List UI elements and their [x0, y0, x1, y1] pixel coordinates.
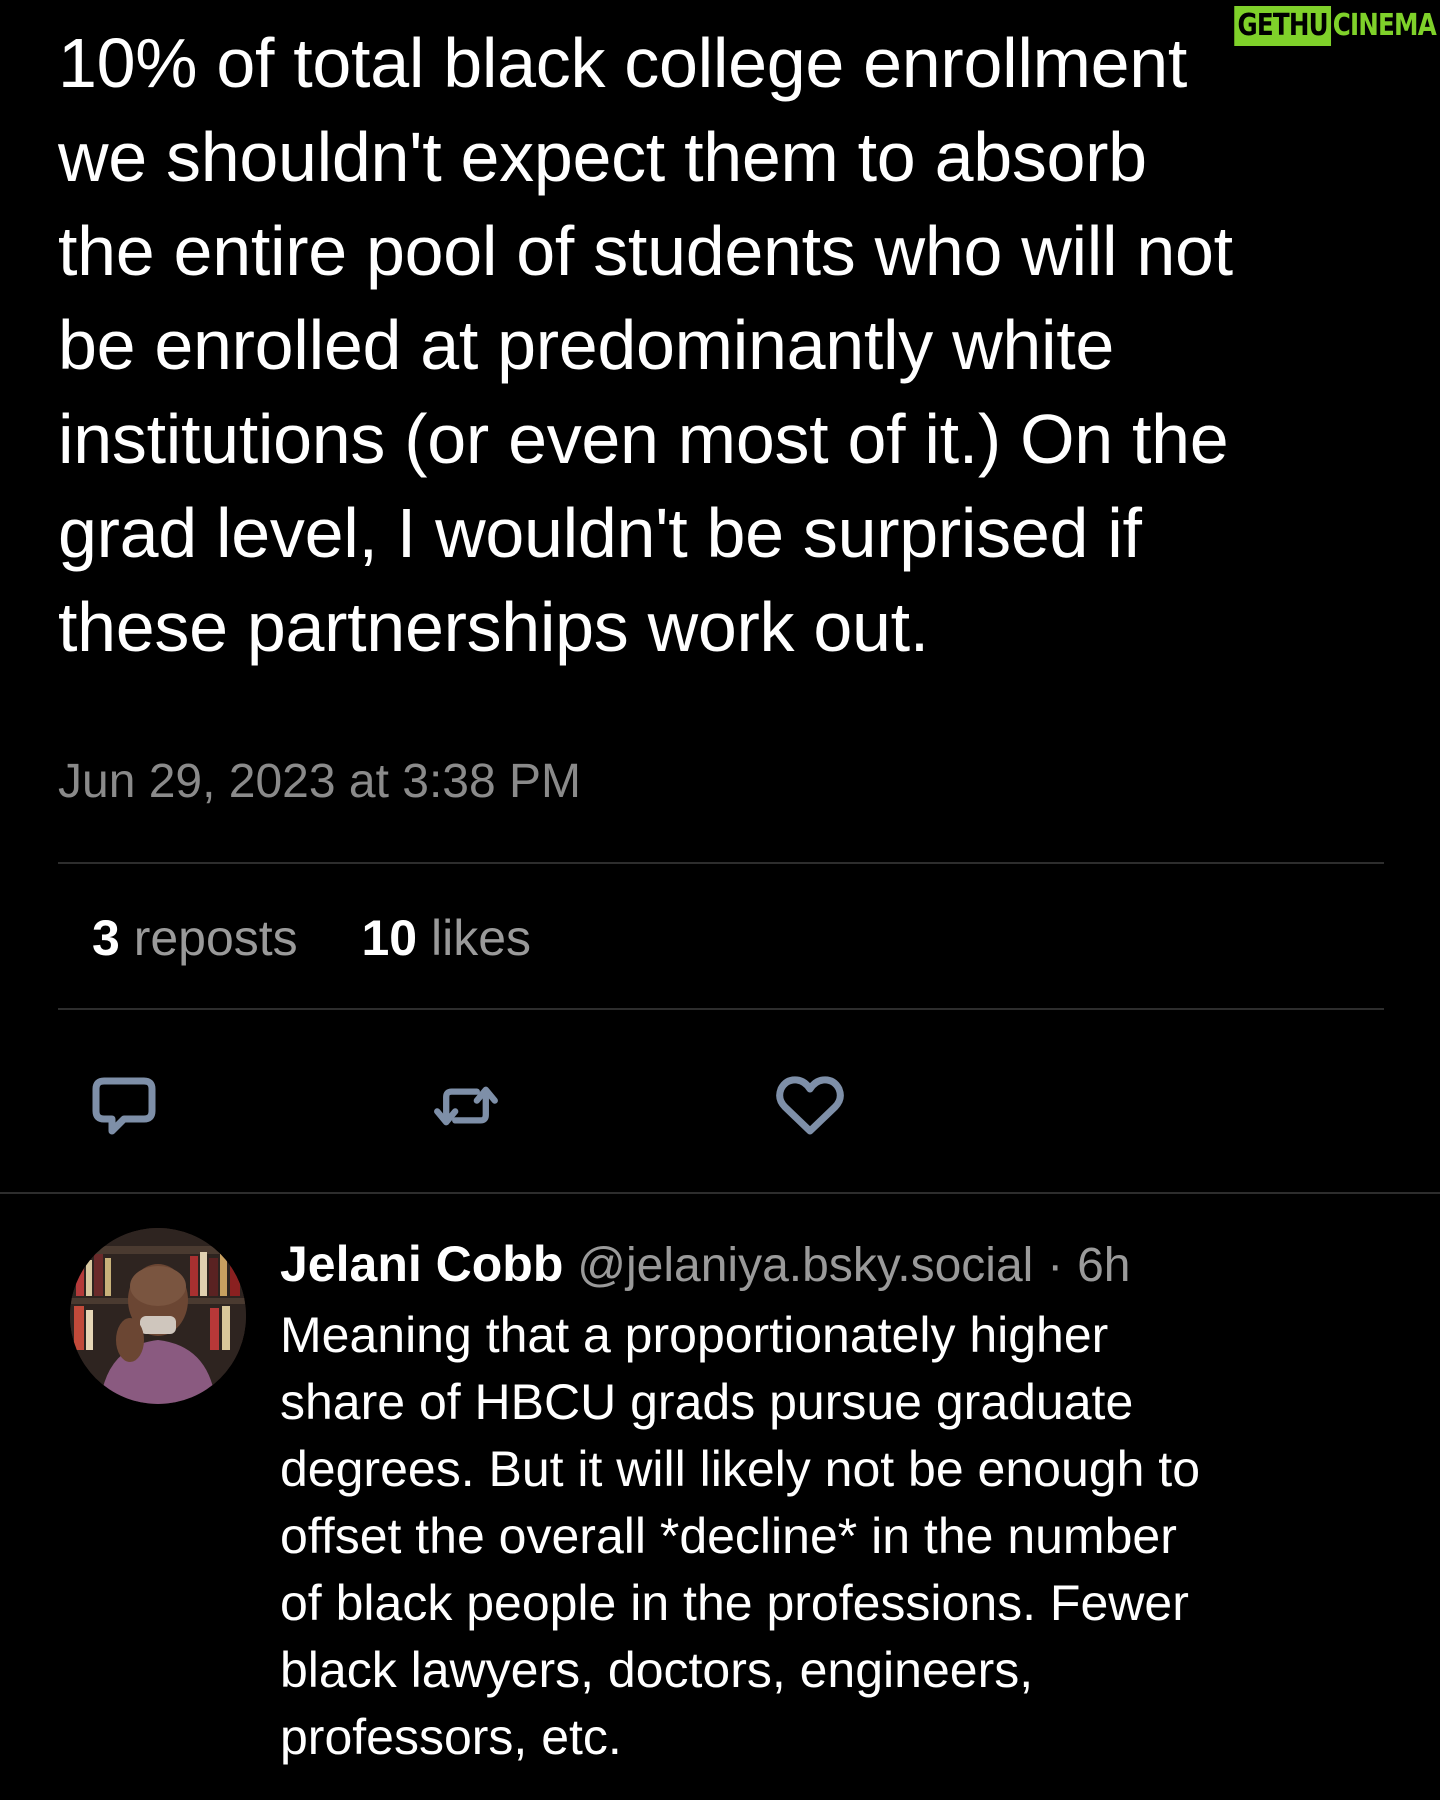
- reply-author-handle[interactable]: @jelaniya.bsky.social: [577, 1239, 1033, 1292]
- reply-bubble-icon: [92, 1077, 156, 1135]
- reply-text[interactable]: Meaning that a proportionately higher sh…: [280, 1302, 1400, 1771]
- post-text-line: institutions (or even most of it.) On th…: [58, 400, 1229, 478]
- repost-icon: [434, 1086, 498, 1126]
- reply-text-line: of black people in the professions. Fewe…: [280, 1575, 1189, 1631]
- reply-text-line: professors, etc.: [280, 1709, 622, 1765]
- post-text-line: the entire pool of students who will not: [58, 212, 1233, 290]
- post-text-line: we shouldn't expect them to absorb: [58, 118, 1147, 196]
- like-button[interactable]: [774, 1070, 846, 1142]
- avatar-photo: [70, 1228, 246, 1404]
- reply-header: Jelani Cobb @jelaniya.bsky.social · 6h: [280, 1232, 1131, 1298]
- reply-button[interactable]: [88, 1070, 160, 1142]
- reposts-label: reposts: [133, 910, 298, 966]
- post-text-line: these partnerships work out.: [58, 588, 929, 666]
- post-timestamp: Jun 29, 2023 at 3:38 PM: [58, 755, 582, 808]
- reply-text-line: Meaning that a proportionately higher: [280, 1307, 1109, 1363]
- reply-time: 6h: [1077, 1239, 1131, 1292]
- heart-icon: [776, 1076, 844, 1135]
- reposts-count: 3: [92, 910, 120, 966]
- post-text: 10% of total black college enrollment we…: [58, 16, 1398, 674]
- reply-text-line: black lawyers, doctors, engineers,: [280, 1642, 1034, 1698]
- reply-text-line: degrees. But it will likely not be enoug…: [280, 1441, 1200, 1497]
- post-stats: 3 reposts 10 likes: [92, 906, 531, 970]
- likes-label: likes: [431, 910, 532, 966]
- post-text-line: 10% of total black college enrollment: [58, 24, 1187, 102]
- repost-button[interactable]: [430, 1070, 502, 1142]
- reply-text-line: offset the overall *decline* in the numb…: [280, 1508, 1177, 1564]
- reply-text-line: share of HBCU grads pursue graduate: [280, 1374, 1134, 1430]
- reply-author-name[interactable]: Jelani Cobb: [280, 1236, 563, 1292]
- post-text-line: be enrolled at predominantly white: [58, 306, 1115, 384]
- post-text-line: grad level, I wouldn't be surprised if: [58, 494, 1142, 572]
- avatar[interactable]: [70, 1228, 246, 1404]
- divider: [58, 862, 1384, 864]
- likes-count: 10: [361, 910, 418, 966]
- thread-separator: [0, 1192, 1440, 1194]
- reply-separator: ·: [1047, 1239, 1064, 1292]
- likes-stat[interactable]: 10 likes: [362, 910, 532, 966]
- reposts-stat[interactable]: 3 reposts: [92, 910, 312, 966]
- post-thread-view: GETHU CINEMA 10% of total black college …: [0, 0, 1440, 1800]
- divider: [58, 1008, 1384, 1010]
